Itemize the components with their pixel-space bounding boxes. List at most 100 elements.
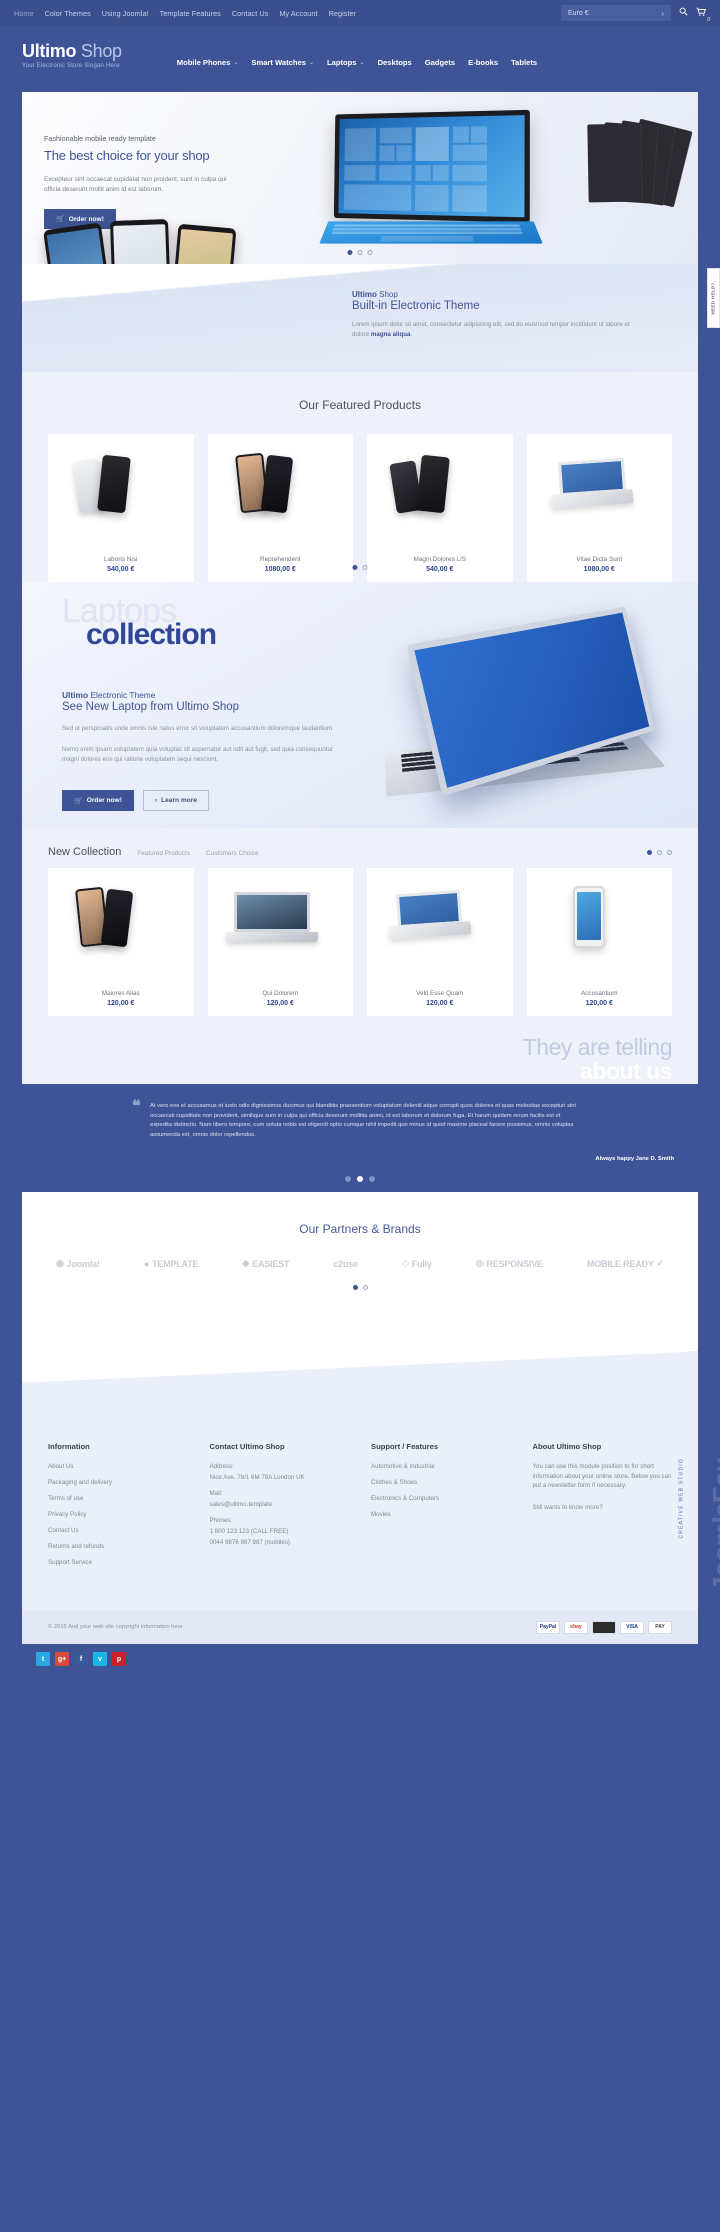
testi-dot-1[interactable] bbox=[345, 1176, 351, 1182]
newcol-dot-1[interactable] bbox=[647, 850, 652, 855]
product-meta: Velit Esse Quam 120,00 € bbox=[367, 980, 513, 1016]
tab-customers-choice[interactable]: Customers Choice bbox=[206, 850, 259, 857]
tab-featured-products[interactable]: Featured Products bbox=[137, 850, 190, 857]
product-card[interactable]: Vitae Dicta Sunt 1080,00 € bbox=[526, 434, 672, 582]
currency-value: Euro € bbox=[568, 9, 589, 17]
footer-column-about: About Ultimo Shop You can use this modul… bbox=[533, 1442, 673, 1610]
hero-slider[interactable]: Fashionable mobile ready template The be… bbox=[22, 92, 698, 264]
product-card[interactable]: Magni Dolores L/S 540,00 € bbox=[367, 434, 513, 582]
featured-pagination[interactable] bbox=[352, 565, 368, 570]
builtin-paragraph: Lorem ipsum dolor sit amet, consectetur … bbox=[352, 320, 642, 339]
chevron-down-icon: ⌄ bbox=[359, 59, 365, 66]
testi-dot-3[interactable] bbox=[369, 1176, 375, 1182]
collection-order-button[interactable]: 🛒 Order now! bbox=[62, 790, 134, 811]
brand-responsive[interactable]: ◎ RESPONSIVE bbox=[476, 1258, 543, 1269]
nav-item-tablets[interactable]: Tablets bbox=[511, 58, 537, 67]
brand-mobile-ready[interactable]: MOBILE READY ✓ bbox=[587, 1258, 664, 1269]
brand-c2use[interactable]: c2use bbox=[333, 1259, 358, 1269]
brand-fully[interactable]: ◇ Fully bbox=[402, 1258, 432, 1269]
collection-learn-more-button[interactable]: › Learn more bbox=[142, 790, 210, 811]
topnav-link-my-account[interactable]: My Account bbox=[279, 9, 317, 18]
copyright-bar: © 2015 And your web site copyright infor… bbox=[22, 1610, 698, 1644]
twitter-icon[interactable]: t bbox=[36, 1652, 50, 1666]
brand-easiest[interactable]: ◆ EASIEST bbox=[242, 1258, 289, 1269]
topnav-link-register[interactable]: Register bbox=[329, 9, 357, 18]
payment-methods: PayPal ebay VISA PAY bbox=[536, 1620, 672, 1634]
logo[interactable]: Ultimo Shop Your Electronic Store Slogan… bbox=[22, 41, 122, 69]
newcol-dot-3[interactable] bbox=[667, 850, 672, 855]
footer-column-information: Information About Us Packaging and deliv… bbox=[48, 1442, 188, 1610]
featured-dot-2[interactable] bbox=[362, 565, 368, 570]
partners-dot-2[interactable] bbox=[362, 1285, 368, 1290]
cart-icon[interactable]: 0 bbox=[696, 7, 710, 22]
brand-template[interactable]: ● TEMPLATE bbox=[144, 1259, 199, 1269]
product-card[interactable]: Qui Dolorem 120,00 € bbox=[207, 868, 353, 1016]
product-card[interactable]: Maiores Alias 120,00 € bbox=[48, 868, 194, 1016]
search-icon[interactable] bbox=[679, 7, 688, 19]
product-card[interactable]: Reprehenderit 1080,00 € bbox=[207, 434, 353, 582]
featured-dot-1[interactable] bbox=[352, 565, 358, 570]
testimonial-heading-light: They are telling bbox=[522, 1034, 673, 1060]
partners-dot-1[interactable] bbox=[352, 1285, 358, 1290]
brand-joomla[interactable]: ◉ Joomla! bbox=[56, 1258, 100, 1269]
footer-link-contact[interactable]: Contact Us bbox=[48, 1526, 188, 1535]
copyright-text: © 2015 And your web site copyright infor… bbox=[48, 1624, 183, 1630]
footer-column-support: Support / Features Automotive & Industri… bbox=[371, 1442, 511, 1610]
footer-link-terms[interactable]: Terms of use bbox=[48, 1494, 188, 1503]
chevron-down-icon: ⌄ bbox=[308, 59, 314, 66]
testimonial-heading-bold: about us bbox=[580, 1058, 672, 1084]
nav-label: Desktops bbox=[377, 57, 412, 67]
social-links: t g+ f v p bbox=[22, 1644, 698, 1674]
hero-dot-1[interactable] bbox=[347, 250, 353, 255]
footer-link-clothes[interactable]: Clothes & Shoes bbox=[371, 1478, 511, 1487]
footer-link-about-us[interactable]: About Us bbox=[48, 1462, 188, 1471]
footer-link-privacy[interactable]: Privacy Policy bbox=[48, 1510, 188, 1519]
footer-mail-value[interactable]: sales@ultimo.template bbox=[210, 1500, 350, 1509]
nav-item-gadgets[interactable]: Gadgets bbox=[425, 58, 455, 67]
nav-item-desktops[interactable]: Desktops bbox=[378, 58, 412, 67]
nav-item-laptops[interactable]: Laptops ⌄ bbox=[327, 58, 365, 67]
newcol-dot-2[interactable] bbox=[657, 850, 662, 855]
footer-phone-2: 0044 9876 987 987 (mobiles) bbox=[209, 1539, 291, 1546]
footer-link-returns[interactable]: Returns and refunds bbox=[48, 1542, 188, 1551]
vimeo-icon[interactable]: v bbox=[93, 1652, 107, 1666]
footer-link-packaging[interactable]: Packaging and delivery bbox=[48, 1478, 188, 1487]
testimonial-author: Always happy Jane D. Smith bbox=[595, 1156, 674, 1162]
footer-link-support-service[interactable]: Support Service bbox=[48, 1558, 188, 1567]
currency-selector[interactable]: Euro € › bbox=[561, 5, 671, 21]
nav-item-mobile-phones[interactable]: Mobile Phones ⌄ bbox=[177, 58, 239, 67]
keyboard-illustration bbox=[319, 221, 543, 244]
new-collection-pagination[interactable] bbox=[647, 850, 672, 855]
testimonial-pagination[interactable] bbox=[345, 1176, 375, 1182]
topnav-link-color-themes[interactable]: Color Themes bbox=[45, 9, 91, 18]
nav-item-smart-watches[interactable]: Smart Watches ⌄ bbox=[251, 58, 314, 67]
facebook-icon[interactable]: f bbox=[74, 1652, 88, 1666]
testimonial-text: At vero eos et accusamus et iusto odio d… bbox=[150, 1103, 576, 1138]
product-card[interactable]: Accusantium 120,00 € bbox=[526, 868, 672, 1016]
hero-dot-3[interactable] bbox=[367, 250, 373, 255]
nav-item-ebooks[interactable]: E-books bbox=[468, 58, 498, 67]
topnav-link-using-joomla[interactable]: Using Joomla! bbox=[102, 9, 149, 18]
footer-link-electronics[interactable]: Electronics & Computers bbox=[371, 1494, 511, 1503]
topnav-link-home[interactable]: Home bbox=[14, 9, 34, 18]
google-plus-icon[interactable]: g+ bbox=[55, 1652, 69, 1666]
hero-pagination[interactable] bbox=[347, 250, 373, 255]
footer-link-automotive[interactable]: Automotive & Industrial bbox=[371, 1462, 511, 1471]
topnav-link-template-features[interactable]: Template Features bbox=[160, 9, 221, 18]
pinterest-icon[interactable]: p bbox=[112, 1652, 126, 1666]
collection-sup-light: Electronic Theme bbox=[90, 690, 156, 700]
footer-link-movies[interactable]: Movies bbox=[371, 1510, 511, 1519]
hero-dot-2[interactable] bbox=[357, 250, 363, 255]
collection-order-label: Order now! bbox=[86, 797, 122, 804]
collection-sup-bold: Ultimo bbox=[62, 690, 89, 700]
partners-pagination[interactable] bbox=[22, 1285, 698, 1290]
need-help-tab[interactable]: NEED HELP? bbox=[707, 268, 720, 328]
product-price: 540,00 € bbox=[107, 565, 135, 573]
tablet-illustration bbox=[333, 109, 530, 223]
testi-dot-2[interactable] bbox=[357, 1176, 363, 1182]
product-card[interactable]: Velit Esse Quam 120,00 € bbox=[367, 868, 513, 1016]
product-card[interactable]: Laboris Nisi 540,00 € bbox=[48, 434, 194, 582]
product-meta: Magni Dolores L/S 540,00 € bbox=[367, 546, 513, 582]
topnav-link-contact-us[interactable]: Contact Us bbox=[232, 9, 269, 18]
chevron-right-icon: › bbox=[661, 8, 664, 18]
